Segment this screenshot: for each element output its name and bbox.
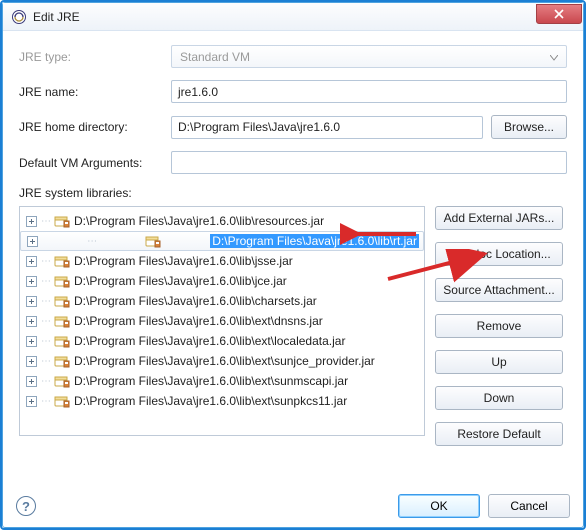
tree-item[interactable]: ⋯D:\Program Files\Java\jre1.6.0\lib\ext\… [20,391,424,411]
expand-icon[interactable] [26,216,37,227]
tree-item-label: D:\Program Files\Java\jre1.6.0\lib\ext\s… [74,354,375,368]
javadoc-location-button[interactable]: Javadoc Location... [435,242,563,266]
tree-item-label: D:\Program Files\Java\jre1.6.0\lib\ext\s… [74,394,347,408]
jar-icon [54,354,70,368]
tree-item-label: D:\Program Files\Java\jre1.6.0\lib\ext\d… [74,314,323,328]
down-button[interactable]: Down [435,386,563,410]
tree-item[interactable]: ⋯D:\Program Files\Java\jre1.6.0\lib\reso… [20,211,424,231]
tree-item-label: D:\Program Files\Java\jre1.6.0\lib\chars… [74,294,317,308]
ok-button[interactable]: OK [398,494,480,518]
tree-item[interactable]: ⋯D:\Program Files\Java\jre1.6.0\lib\rt.j… [20,231,424,251]
library-buttons: Add External JARs... Javadoc Location...… [435,206,567,452]
browse-button[interactable]: Browse... [491,115,567,139]
sys-libs-label: JRE system libraries: [19,186,567,200]
jar-icon [54,214,70,228]
library-tree[interactable]: ⋯D:\Program Files\Java\jre1.6.0\lib\reso… [19,206,425,436]
tree-item-label: D:\Program Files\Java\jre1.6.0\lib\jce.j… [74,274,287,288]
tree-item[interactable]: ⋯D:\Program Files\Java\jre1.6.0\lib\char… [20,291,424,311]
expand-icon[interactable] [26,336,37,347]
jar-icon [54,314,70,328]
jar-icon [54,394,70,408]
jre-home-input[interactable]: D:\Program Files\Java\jre1.6.0 [171,116,483,139]
jar-icon [54,334,70,348]
jre-type-label: JRE type: [19,50,171,64]
restore-default-button[interactable]: Restore Default [435,422,563,446]
tree-item-label: D:\Program Files\Java\jre1.6.0\lib\resou… [74,214,324,228]
expand-icon[interactable] [26,376,37,387]
dialog-footer: ? OK Cancel [16,494,570,518]
jre-type-value: Standard VM [180,50,250,64]
tree-item[interactable]: ⋯D:\Program Files\Java\jre1.6.0\lib\jsse… [20,251,424,271]
tree-item-label: D:\Program Files\Java\jre1.6.0\lib\jsse.… [74,254,293,268]
tree-item[interactable]: ⋯D:\Program Files\Java\jre1.6.0\lib\ext\… [20,371,424,391]
tree-item-label: D:\Program Files\Java\jre1.6.0\lib\ext\l… [74,334,345,348]
expand-icon[interactable] [26,316,37,327]
chevron-down-icon [550,50,558,64]
jre-name-label: JRE name: [19,85,171,99]
default-args-input[interactable] [171,151,567,174]
jre-home-label: JRE home directory: [19,120,171,134]
jar-icon [54,374,70,388]
default-args-label: Default VM Arguments: [19,156,171,170]
tree-item-label: D:\Program Files\Java\jre1.6.0\lib\rt.ja… [210,234,419,248]
help-button[interactable]: ? [16,496,36,516]
window-title: Edit JRE [33,10,536,24]
jar-icon [54,294,70,308]
titlebar: Edit JRE [3,3,583,31]
tree-item[interactable]: ⋯D:\Program Files\Java\jre1.6.0\lib\ext\… [20,311,424,331]
dialog-content: JRE type: Standard VM JRE name: jre1.6.0… [3,31,583,452]
jar-icon [54,254,70,268]
expand-icon[interactable] [26,276,37,287]
jre-name-input[interactable]: jre1.6.0 [171,80,567,103]
tree-item-label: D:\Program Files\Java\jre1.6.0\lib\ext\s… [74,374,348,388]
up-button[interactable]: Up [435,350,563,374]
expand-icon[interactable] [27,236,38,247]
app-icon [11,9,27,25]
jar-icon [145,234,161,248]
expand-icon[interactable] [26,256,37,267]
jar-icon [54,274,70,288]
tree-item[interactable]: ⋯D:\Program Files\Java\jre1.6.0\lib\jce.… [20,271,424,291]
close-button[interactable] [536,4,582,24]
tree-item[interactable]: ⋯D:\Program Files\Java\jre1.6.0\lib\ext\… [20,351,424,371]
source-attachment-button[interactable]: Source Attachment... [435,278,563,302]
tree-item[interactable]: ⋯D:\Program Files\Java\jre1.6.0\lib\ext\… [20,331,424,351]
cancel-button[interactable]: Cancel [488,494,570,518]
jre-type-select: Standard VM [171,45,567,68]
expand-icon[interactable] [26,396,37,407]
remove-button[interactable]: Remove [435,314,563,338]
expand-icon[interactable] [26,296,37,307]
expand-icon[interactable] [26,356,37,367]
add-external-jars-button[interactable]: Add External JARs... [435,206,563,230]
